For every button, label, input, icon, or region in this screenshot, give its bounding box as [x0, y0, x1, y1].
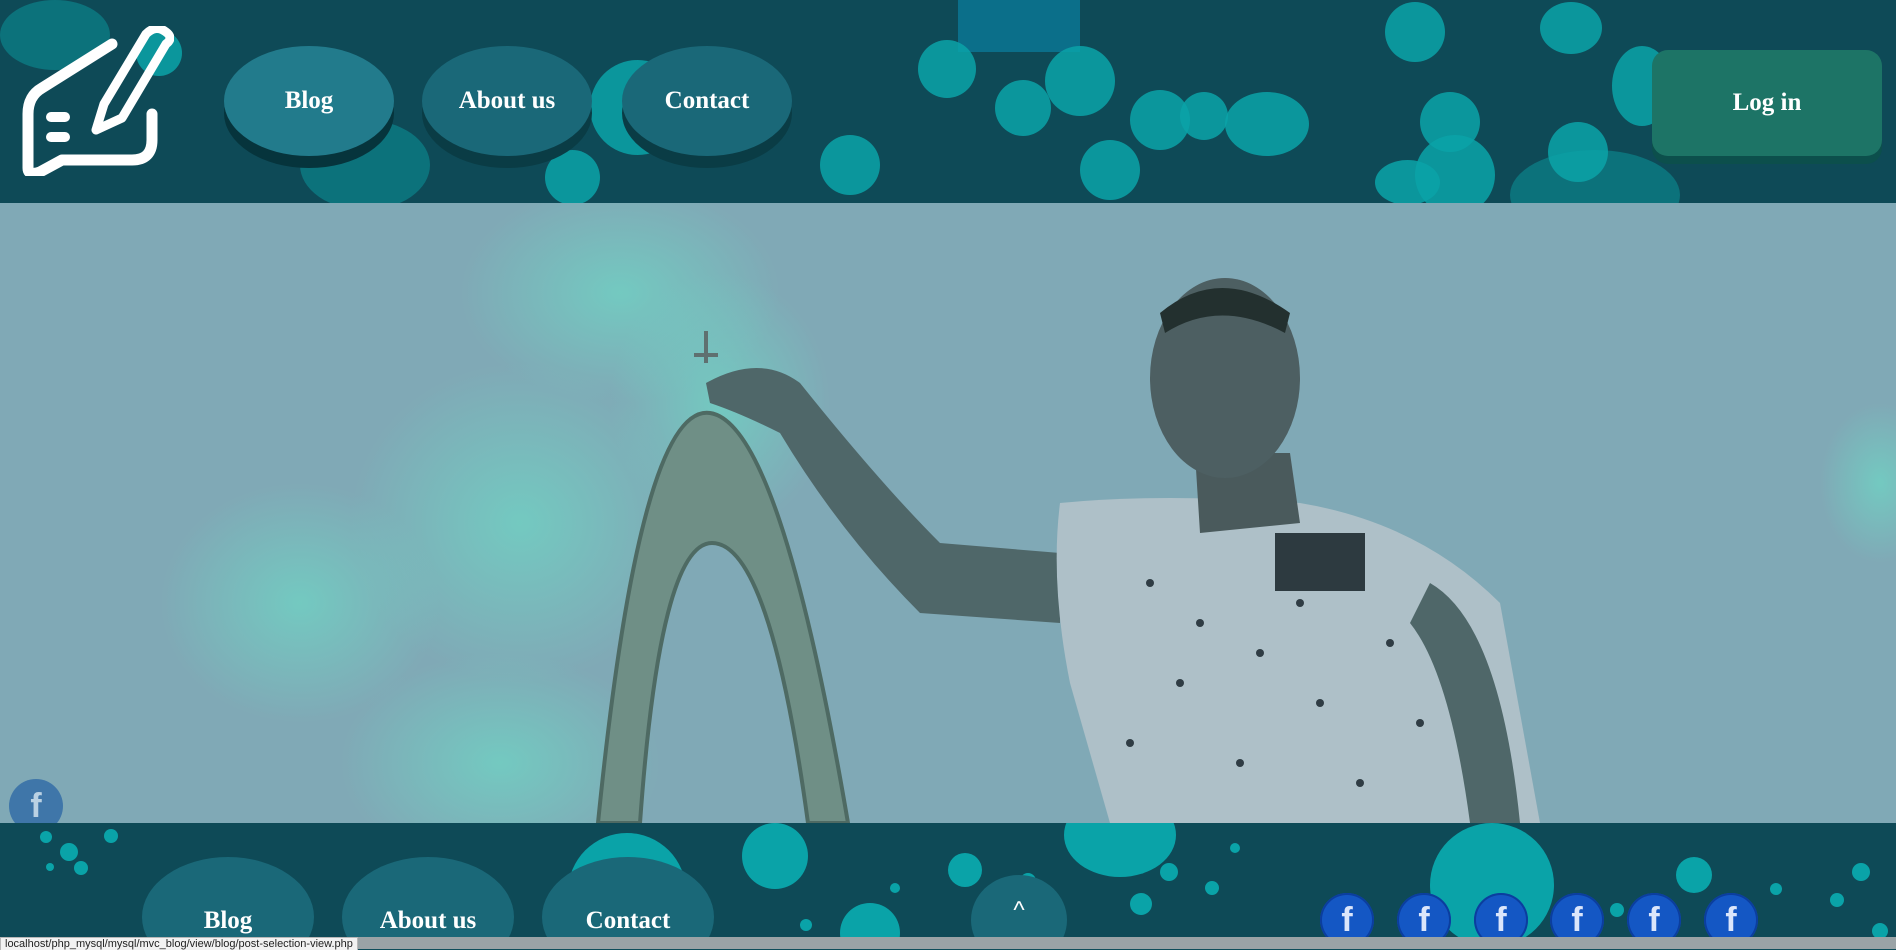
- footer-nav-blog[interactable]: Blog: [142, 857, 314, 949]
- floating-facebook-glyph: f: [30, 786, 42, 825]
- status-url: localhost/php_mysql/mysql/mvc_blog/view/…: [0, 937, 358, 950]
- splatter-dot: [1064, 823, 1176, 877]
- bokeh: [918, 40, 976, 98]
- splatter-dot: [742, 823, 808, 889]
- bokeh: [545, 150, 600, 203]
- splatter-dot: [40, 831, 52, 843]
- splatter-dot: [890, 883, 900, 893]
- facebook-glyph: f: [1418, 900, 1430, 939]
- nav-blog[interactable]: Blog: [224, 46, 394, 156]
- hero-banner: [0, 203, 1896, 823]
- bokeh: [1180, 92, 1228, 140]
- footer-nav-contact[interactable]: Contact: [542, 857, 714, 949]
- splatter-dot: [1160, 863, 1178, 881]
- footer-nav-about-us[interactable]: About us: [342, 857, 514, 949]
- splatter-dot: [74, 861, 88, 875]
- facebook-glyph: f: [1725, 900, 1737, 939]
- splatter-dot: [1676, 857, 1712, 893]
- bokeh: [1385, 2, 1445, 62]
- splatter-dot: [1230, 843, 1240, 853]
- site-footer: Blog About us Contact ^ f f f f f f: [0, 823, 1896, 949]
- login-label: Log in: [1732, 89, 1802, 116]
- splatter-dot: [1610, 903, 1624, 917]
- bokeh: [995, 80, 1051, 136]
- nav-about-us[interactable]: About us: [422, 46, 592, 156]
- facebook-glyph: f: [1341, 900, 1353, 939]
- site-header: Blog About us Contact Log in: [0, 0, 1896, 203]
- facebook-glyph: f: [1648, 900, 1660, 939]
- splatter-dot: [1770, 883, 1782, 895]
- splatter-dot: [1130, 893, 1152, 915]
- facebook-glyph: f: [1495, 900, 1507, 939]
- splatter-dot: [104, 829, 118, 843]
- logo-edit-note-icon[interactable]: [14, 26, 174, 176]
- bokeh: [1045, 46, 1115, 116]
- bokeh: [958, 0, 1080, 52]
- bokeh: [1080, 140, 1140, 200]
- bokeh: [1225, 92, 1309, 156]
- bokeh: [1510, 150, 1680, 203]
- nav-about-us-label: About us: [458, 87, 556, 114]
- splatter-dot: [948, 853, 982, 887]
- splatter-dot: [46, 863, 54, 871]
- bokeh: [1415, 135, 1495, 203]
- facebook-glyph: f: [1571, 900, 1583, 939]
- nav-contact[interactable]: Contact: [622, 46, 792, 156]
- login-button[interactable]: Log in: [1652, 50, 1882, 156]
- bokeh: [820, 135, 880, 195]
- splatter-dot: [60, 843, 78, 861]
- bokeh: [1540, 2, 1602, 54]
- hero-photo: [0, 203, 1896, 823]
- splatter-dot: [800, 919, 812, 931]
- splatter-dot: [1205, 881, 1219, 895]
- nav-contact-label: Contact: [664, 87, 750, 114]
- nav-blog-label: Blog: [284, 87, 334, 114]
- splatter-dot: [1852, 863, 1870, 881]
- splatter-dot: [1830, 893, 1844, 907]
